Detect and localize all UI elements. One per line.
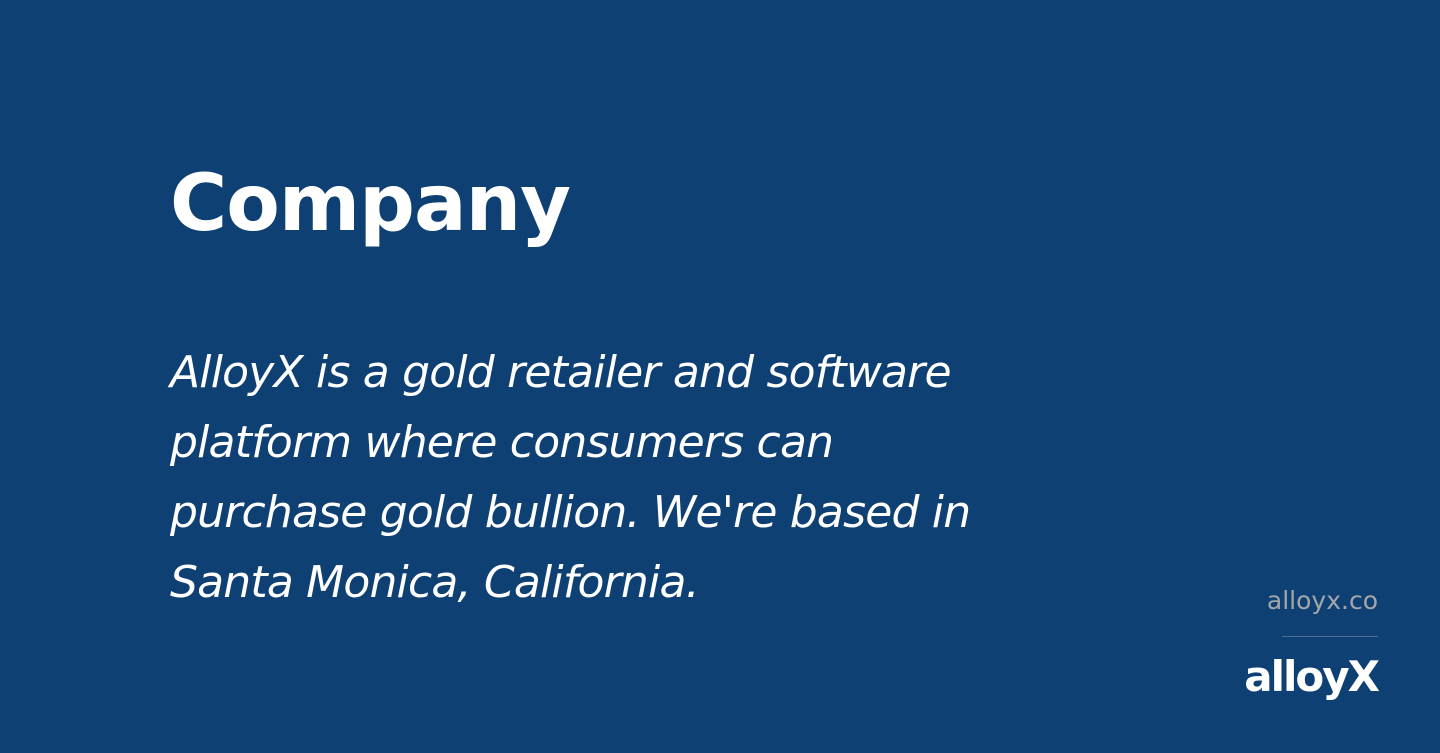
description-line-2: platform where consumers can	[170, 417, 834, 468]
company-slide: Company AlloyX is a gold retailer and so…	[0, 0, 1440, 753]
description-line-4: Santa Monica, California.	[170, 557, 700, 608]
website-url: alloyx.co	[1266, 586, 1378, 615]
description-line-3: purchase gold bullion. We're based in	[170, 487, 971, 538]
alloyx-logo: alloyX	[1244, 652, 1380, 701]
company-description: AlloyX is a gold retailer and software p…	[170, 338, 1050, 618]
description-line-1: AlloyX is a gold retailer and software	[170, 347, 952, 398]
footer-divider	[1282, 636, 1378, 637]
slide-title: Company	[170, 159, 571, 249]
